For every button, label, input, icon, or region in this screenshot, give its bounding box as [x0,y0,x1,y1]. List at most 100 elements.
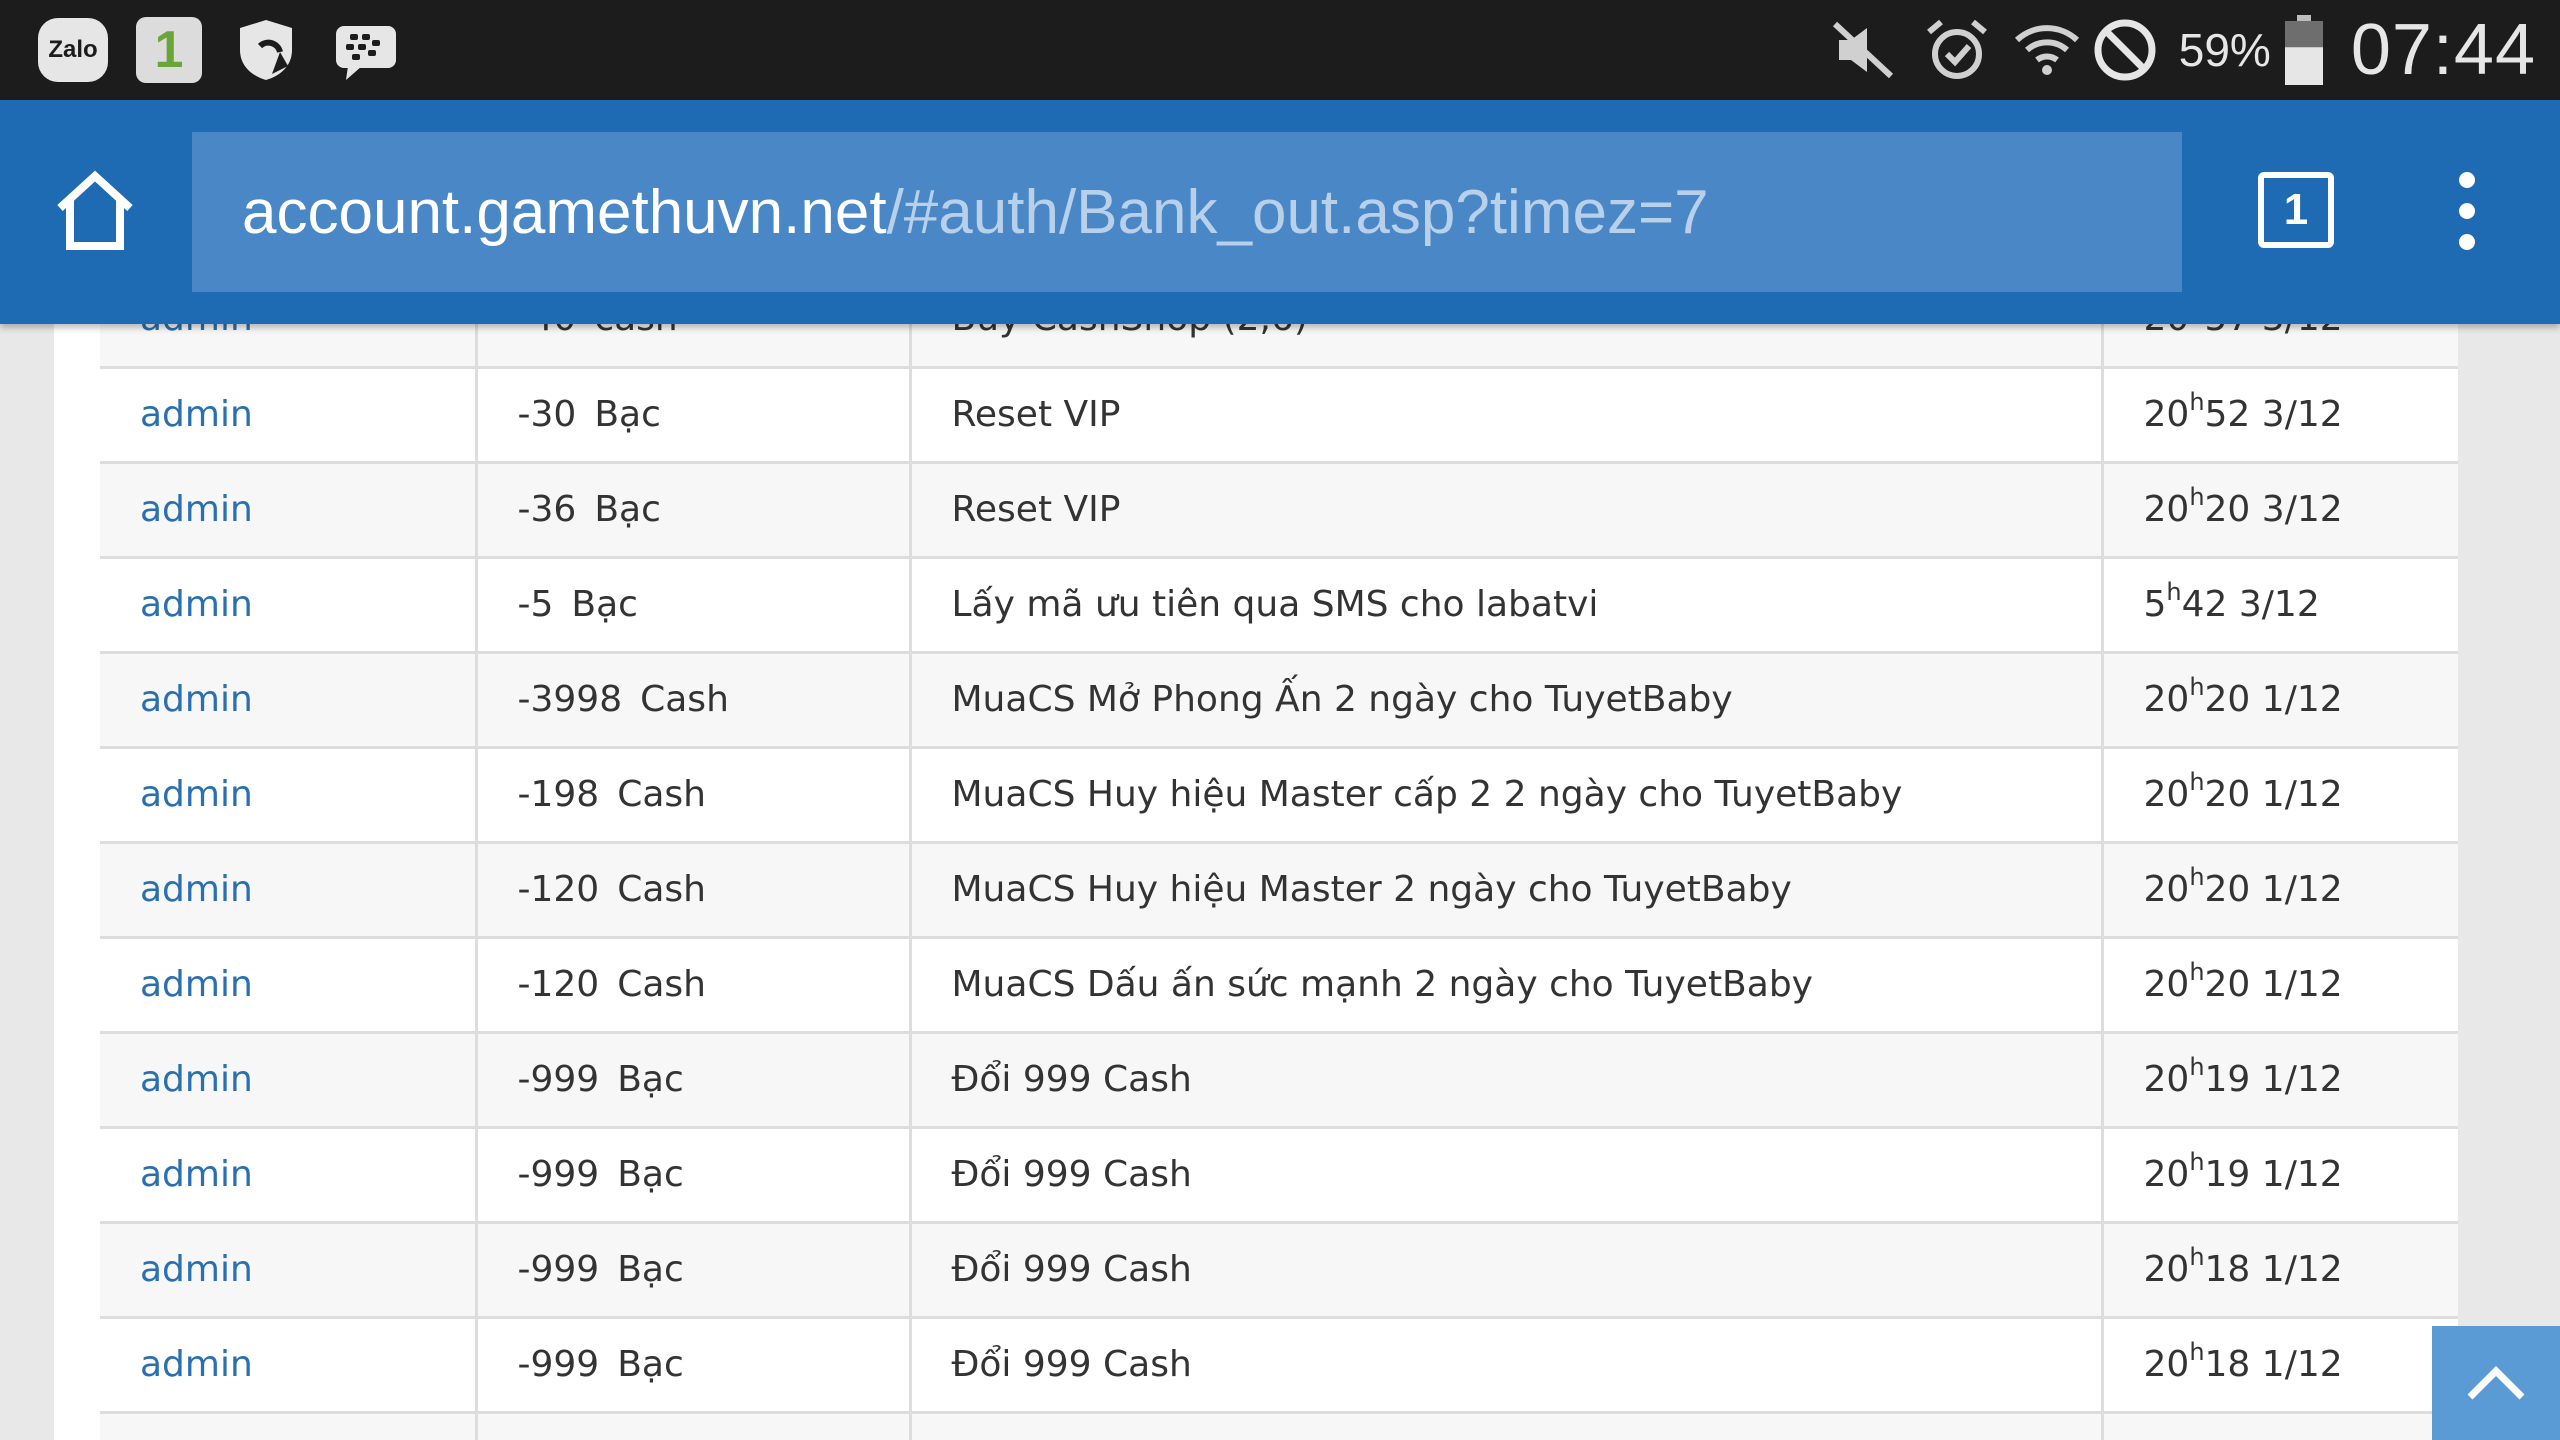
description-cell: Đổi 999 Cash [910,1032,2104,1129]
time-hour-marker: h [2189,673,2205,701]
status-bar: Zalo 1 59% 07:44 [0,0,2560,100]
amount-cell: -5 Bạc [476,557,912,654]
user-link[interactable]: admin [140,1154,253,1195]
user-link[interactable]: admin [140,489,253,530]
bbm-icon [330,14,402,86]
currency-label: Bạc [617,1249,684,1290]
time-minute-date: 18 1/12 [2204,1344,2343,1385]
user-link[interactable]: admin [140,964,253,1005]
table-row: admin -999 Bạc Đổi 999 Cash 20h19 1/12 [100,1032,2458,1129]
table-row: admin -999 Bạc Đổi 999 Cash 20h18 1/12 [100,1317,2458,1414]
time-cell: 20h52 3/12 [2102,367,2458,464]
time-hour: 20 [2143,964,2190,1005]
user-link[interactable]: admin [140,1249,253,1290]
wifi-icon [2011,14,2083,86]
chevron-up-icon [2467,1366,2525,1400]
overflow-menu-button[interactable] [2440,166,2494,256]
url-path: /#auth/Bank_out.asp?timez=7 [886,177,1709,247]
amount-cell: -120 Cash [476,842,912,939]
user-cell: admin [100,1032,478,1129]
zalo-icon: Zalo [38,18,108,82]
user-cell: admin [100,747,478,844]
time-hour-marker: h [2189,483,2205,511]
user-link[interactable]: admin [140,1059,253,1100]
description-text: Reset VIP [951,394,1121,435]
user-link[interactable]: admin [140,679,253,720]
user-link[interactable]: admin [140,394,253,435]
time-hour-marker: h [2189,1148,2205,1176]
time-cell: 20h18 1/12 [2102,1317,2458,1414]
transaction-table: admin-40cashBuy CashShop (2,6)20h57 3/12… [100,324,2458,1440]
url-bar[interactable]: account.gamethuvn.net/#auth/Bank_out.asp… [192,132,2182,292]
notification-icons: Zalo 1 [38,14,402,86]
scroll-to-top-button[interactable] [2432,1326,2560,1440]
time-hour-marker: h [2189,863,2205,891]
time-hour: 20 [2143,774,2190,815]
currency-label: Bạc [617,1344,684,1385]
time-cell: 20h19 1/12 [2102,1127,2458,1224]
currency-label: Cash [617,869,706,910]
time-minute-date: 20 1/12 [2204,774,2343,815]
home-button[interactable] [52,168,138,254]
time-cell: 20h20 1/12 [2102,842,2458,939]
user-link[interactable]: admin [140,869,253,910]
description-text: Reset VIP [951,489,1121,530]
amount-value: -30 [517,394,577,435]
amount-value: -999 [517,1249,600,1290]
tab-switcher-button[interactable]: 1 [2258,172,2334,248]
time-hour-marker: h [2189,768,2205,796]
time-hour: 20 [2144,324,2190,339]
user-cell: admin [100,937,478,1034]
time-cell [2102,1412,2458,1440]
menu-dot-icon [2459,172,2475,188]
user-cell: admin [100,1127,478,1224]
time-minute-date: 20 1/12 [2204,964,2343,1005]
user-cell: admin [100,1222,478,1319]
battery-percent: 59% [2178,24,2271,76]
time-hour-marker: h [2189,1053,2205,1081]
user-link[interactable]: admin [140,1344,253,1385]
time-hour: 20 [2143,1344,2190,1385]
amount-cell [476,1412,912,1440]
table-row: admin -36 Bạc Reset VIP 20h20 3/12 [100,462,2458,559]
description-text: Buy CashShop (2,6) [952,324,1308,339]
shield-update-icon [230,14,302,86]
do-not-disturb-icon [2089,14,2161,86]
description-cell: Lấy mã ưu tiên qua SMS cho labatvi [910,557,2104,654]
amount-cell: -36 Bạc [476,462,912,559]
time-minute-date: 20 3/12 [2204,489,2343,530]
description-cell: MuaCS Mở Phong Ấn 2 ngày cho TuyetBaby [910,652,2104,749]
time-minute-date: 18 1/12 [2204,1249,2343,1290]
table-row: admin -198 Cash MuaCS Huy hiệu Master cấp 2… [100,747,2458,844]
time-hour: 20 [2143,394,2190,435]
description-cell: MuaCS Huy hiệu Master cấp 2 2 ngày cho T… [910,747,2104,844]
clock: 07:44 [2350,10,2536,90]
user-cell: admin [100,324,478,369]
user-link[interactable]: admin [140,584,253,625]
battery-icon [2284,15,2323,85]
description-text: MuaCS Huy hiệu Master 2 ngày cho TuyetBa… [951,869,1792,910]
amount-value: -40 [518,324,577,339]
time-hour: 5 [2143,584,2167,625]
system-status-icons: 59% 07:44 [1827,0,2536,100]
one-app-icon: 1 [136,17,202,83]
page-content: admin-40cashBuy CashShop (2,6)20h57 3/12… [54,324,2458,1440]
user-link[interactable]: admin [140,324,253,339]
home-icon [57,170,133,250]
amount-value: -999 [517,1059,600,1100]
description-text: MuaCS Dấu ấn sức mạnh 2 ngày cho TuyetBa… [951,964,1813,1005]
amount-value: -120 [517,964,600,1005]
description-text: Đổi 999 Cash [951,1249,1192,1290]
description-cell: Reset VIP [910,462,2104,559]
amount-cell: -999 Bạc [476,1127,912,1224]
description-cell: Reset VIP [910,367,2104,464]
amount-value: -198 [517,774,600,815]
amount-value: -3998 [517,679,623,720]
user-cell [100,1412,478,1440]
time-hour-marker: h [2189,1338,2205,1366]
time-cell: 20h20 1/12 [2102,652,2458,749]
amount-value: -36 [517,489,577,530]
currency-label: Bạc [594,394,661,435]
menu-dot-icon [2459,203,2475,219]
user-link[interactable]: admin [140,774,253,815]
